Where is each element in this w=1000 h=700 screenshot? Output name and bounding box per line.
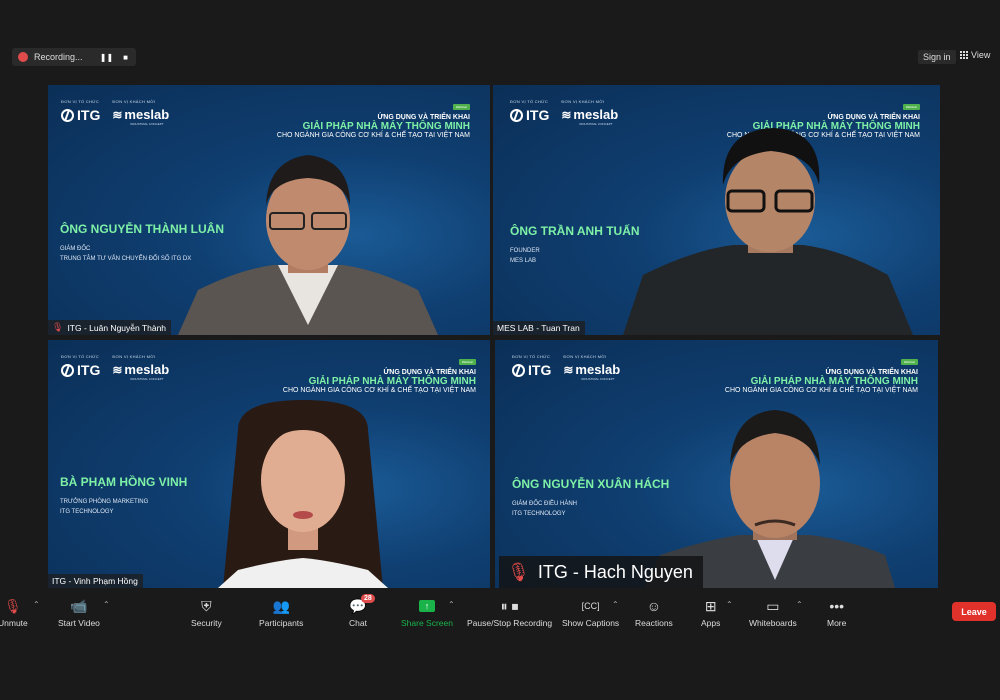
- participant-name-label: MES LAB - Tuan Tran: [493, 321, 585, 335]
- meslab-logo: ≋ meslab: [112, 107, 170, 122]
- participants-icon: 👥: [272, 597, 290, 614]
- webinar-headline: Webinar ỨNG DỤNG VÀ TRIỂN KHAI GIẢI PHÁP…: [282, 359, 476, 394]
- apps-button[interactable]: ⊞ Apps: [701, 596, 720, 629]
- reactions-icon: ☺: [646, 598, 662, 614]
- whiteboards-button[interactable]: ▭ Whiteboards: [749, 596, 797, 629]
- start-video-button[interactable]: 📹 Start Video: [58, 596, 100, 629]
- share-options-chevron-icon[interactable]: ⌃: [448, 600, 455, 609]
- unmute-button[interactable]: 🎙 Unmute: [0, 596, 28, 629]
- whiteboard-icon: ▭: [766, 597, 780, 614]
- recording-cloud-icon: [18, 52, 28, 62]
- participants-button[interactable]: 👥 Participants: [259, 596, 303, 629]
- video-tile-3[interactable]: ĐƠN VỊ TỔ CHỨC ITG ĐƠN VỊ KHÁCH MỜI ≋ mes…: [48, 340, 490, 588]
- speaker-caption: BÀ PHẠM HỒNG VINH TRƯỞNG PHÒNG MARKETING…: [60, 475, 188, 515]
- apps-options-chevron-icon[interactable]: ⌃: [726, 600, 733, 609]
- show-captions-button[interactable]: [CC] Show Captions: [562, 596, 619, 628]
- participant-name-label-large: 🎙 ITG - Hach Nguyen: [499, 556, 703, 588]
- itg-logo: ITG: [61, 362, 100, 378]
- video-off-icon: 📹: [70, 597, 88, 614]
- chat-unread-badge: 28: [361, 594, 375, 603]
- stop-recording-icon[interactable]: ■: [123, 53, 128, 62]
- participant-video: [178, 155, 438, 335]
- apps-icon: ⊞: [704, 597, 717, 614]
- video-tile-1[interactable]: ĐƠN VỊ TỔ CHỨC ITG ĐƠN VỊ KHÁCH MỜI ≋ mes…: [48, 85, 490, 335]
- meslab-logo: ≋ meslab: [563, 362, 621, 377]
- participant-video: [218, 400, 388, 588]
- more-dots-icon: •••: [829, 598, 845, 614]
- itg-logo: ITG: [512, 362, 551, 378]
- sponsor-logos: ĐƠN VỊ TỔ CHỨC ITG ĐƠN VỊ KHÁCH MỜI ≋ mes…: [61, 99, 170, 126]
- meeting-toolbar: 🎙 Unmute ⌃ 📹 Start Video ⌃ ⛨ Security 👥 …: [0, 588, 1000, 638]
- pause-stop-recording-button[interactable]: ⏸ ⏹ Pause/Stop Recording: [467, 596, 552, 629]
- reactions-button[interactable]: ☺ Reactions: [635, 596, 673, 628]
- view-label: View: [971, 50, 991, 60]
- sponsor-logos: ĐƠN VỊ TỔ CHỨC ITG ĐƠN VỊ KHÁCH MỜI ≋ mes…: [61, 354, 170, 381]
- shield-icon: ⛨: [201, 597, 212, 614]
- captions-options-chevron-icon[interactable]: ⌃: [612, 600, 619, 609]
- mic-muted-icon: 🎙: [3, 597, 22, 614]
- audio-options-chevron-icon[interactable]: ⌃: [33, 600, 40, 609]
- whiteboards-options-chevron-icon[interactable]: ⌃: [796, 600, 803, 609]
- security-button[interactable]: ⛨ Security: [191, 596, 222, 629]
- participant-video: [623, 128, 913, 335]
- itg-logo: ITG: [510, 107, 549, 123]
- grid-view-icon: [960, 51, 968, 59]
- speaker-caption: ÔNG TRẦN ANH TUẤN FOUNDER MES LAB: [510, 224, 640, 264]
- sponsor-logos: ĐƠN VỊ TỔ CHỨC ITG ĐƠN VỊ KHÁCH MỜI ≋ mes…: [512, 354, 621, 381]
- video-options-chevron-icon[interactable]: ⌃: [103, 600, 110, 609]
- more-button[interactable]: ••• More: [827, 596, 846, 628]
- view-button[interactable]: View: [960, 50, 990, 60]
- recording-indicator[interactable]: Recording... ❚❚ ■: [12, 48, 136, 66]
- captions-icon: [CC]: [581, 601, 600, 611]
- mic-muted-icon: 🎙: [52, 322, 64, 332]
- share-screen-icon: ↑: [418, 600, 435, 612]
- mic-muted-icon: 🎙: [507, 561, 530, 582]
- sponsor-logos: ĐƠN VỊ TỔ CHỨC ITG ĐƠN VỊ KHÁCH MỜI ≋ mes…: [510, 99, 619, 126]
- webinar-headline: Webinar ỨNG DỤNG VÀ TRIỂN KHAI GIẢI PHÁP…: [724, 359, 918, 394]
- pause-stop-icon: ⏸ ⏹: [500, 597, 519, 614]
- meslab-logo: ≋ meslab: [112, 362, 170, 377]
- top-bar: Recording... ❚❚ ■ Sign in View: [0, 0, 1000, 80]
- sign-in-button[interactable]: Sign in: [918, 50, 956, 64]
- pause-recording-icon[interactable]: ❚❚: [100, 53, 113, 62]
- meslab-logo: ≋ meslab: [561, 107, 619, 122]
- leave-button[interactable]: Leave: [952, 602, 996, 621]
- participant-name-label: 🎙 ITG - Luân Nguyễn Thành: [48, 320, 172, 335]
- participant-name-label: ITG - Vinh Phạm Hồng: [48, 574, 143, 588]
- share-screen-button[interactable]: ↑ Share Screen: [401, 596, 453, 628]
- itg-logo: ITG: [61, 107, 100, 123]
- recording-label: Recording...: [34, 52, 83, 62]
- video-tile-2[interactable]: ĐƠN VỊ TỔ CHỨC ITG ĐƠN VỊ KHÁCH MỜI ≋ mes…: [493, 85, 940, 335]
- video-tile-4[interactable]: ĐƠN VỊ TỔ CHỨC ITG ĐƠN VỊ KHÁCH MỜI ≋ mes…: [495, 340, 938, 588]
- webinar-headline: Webinar ỨNG DỤNG VÀ TRIỂN KHAI GIẢI PHÁP…: [276, 104, 470, 139]
